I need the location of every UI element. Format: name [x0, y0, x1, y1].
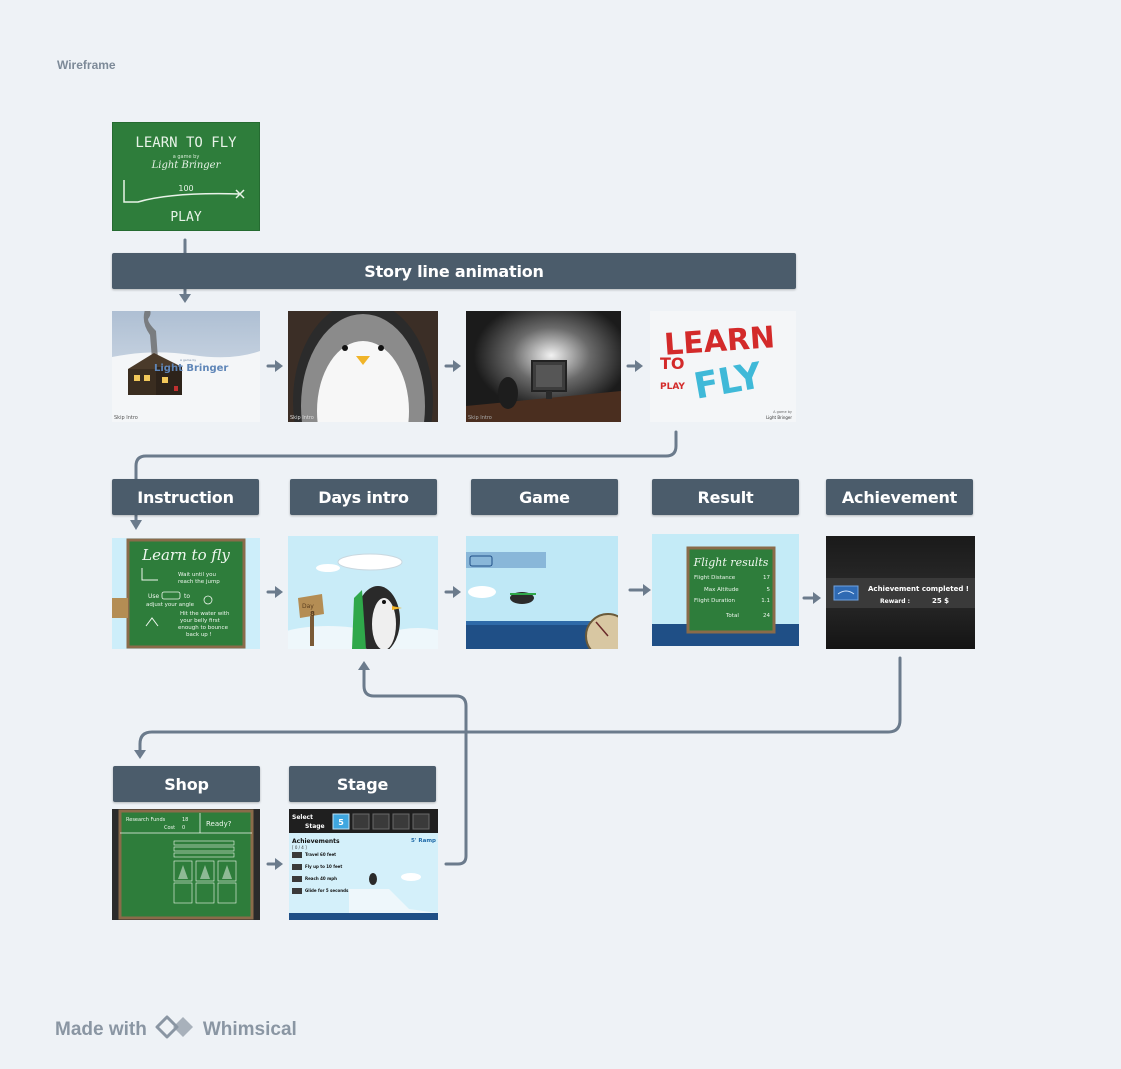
instruction-t7: your belly first — [180, 618, 221, 624]
result-r4: Total — [725, 613, 739, 619]
title-line3: Light Bringer — [151, 160, 222, 171]
shop-v2: 0 — [182, 825, 185, 831]
header-achievement[interactable]: Achievement — [826, 479, 973, 515]
result-v4: 24 — [763, 613, 770, 619]
result-r3: Flight Duration — [694, 598, 736, 604]
instruction-t1: Wait until you — [178, 572, 216, 578]
header-days-intro[interactable]: Days intro — [290, 479, 437, 515]
instruction-t6: Hit the water with — [180, 611, 230, 617]
footer-watermark[interactable]: Made with Whimsical — [55, 1014, 297, 1046]
instruction-t2: reach the jump — [178, 579, 220, 585]
header-game[interactable]: Game — [471, 479, 618, 515]
shop-v1: 18 — [182, 817, 188, 823]
stage-select2: Stage — [305, 823, 325, 830]
shop-ready: Ready? — [206, 820, 232, 828]
stage-thumbnail[interactable]: Select Stage 5 5' Ramp Achievements [ 0 … — [289, 809, 438, 920]
days-number: 8 — [310, 610, 315, 618]
instruction-t3: Use — [148, 593, 160, 600]
footer-brand: Whimsical — [202, 1019, 297, 1040]
instruction-t4: to — [184, 593, 190, 600]
title-line1: LEARN TO FLY — [135, 135, 237, 151]
instruction-thumbnail[interactable]: Learn to fly Wait until you reach the ju… — [112, 538, 260, 649]
stage-a1: Travel 60 feet — [305, 852, 336, 857]
intro-penguin-thumbnail[interactable]: Skip Intro — [288, 311, 438, 422]
result-title: Flight results — [693, 556, 769, 569]
result-v1: 17 — [763, 575, 770, 581]
stage-number: 5 — [338, 818, 344, 827]
intro-brand: Light Bringer — [154, 363, 228, 374]
achievement-title: Achievement completed ! — [868, 585, 969, 593]
shop-l2: Cost — [164, 825, 175, 831]
title-score: 100 — [178, 184, 193, 193]
footer-made-with: Made with — [55, 1019, 147, 1040]
header-stage[interactable]: Stage — [289, 766, 436, 802]
intro-brand-small: A game by — [180, 358, 196, 362]
logo-thumbnail[interactable]: LEARN TO FLY PLAY A game by Light Bringe… — [650, 311, 796, 422]
logo-credit1: A game by — [773, 410, 792, 414]
stage-achievements: Achievements — [292, 838, 340, 845]
stage-a3: Reach 40 mph — [305, 876, 337, 881]
whimsical-logo-icon — [155, 1014, 195, 1046]
instruction-title: Learn to fly — [141, 546, 230, 564]
instruction-t5: adjust your angle — [146, 602, 195, 608]
result-thumbnail[interactable]: Flight results Flight Distance 17 Max Al… — [652, 534, 799, 646]
header-result[interactable]: Result — [652, 479, 799, 515]
achievement-reward-label: Reward : — [880, 598, 910, 605]
title-screen-thumbnail[interactable]: LEARN TO FLY a game by Light Bringer 100… — [112, 122, 260, 231]
stage-select1: Select — [292, 814, 313, 821]
stage-ramp: 5' Ramp — [411, 838, 436, 844]
logo-play: PLAY — [660, 382, 685, 392]
result-r1: Flight Distance — [694, 575, 736, 581]
header-story-line-animation[interactable]: Story line animation — [112, 253, 796, 289]
intro-monitor-thumbnail[interactable]: Skip Intro — [466, 311, 621, 422]
days-label: Day — [302, 603, 314, 610]
header-shop[interactable]: Shop — [113, 766, 260, 802]
achievement-reward-value: 25 $ — [932, 597, 949, 605]
result-r2: Max Altitude — [704, 587, 739, 593]
title-play: PLAY — [170, 210, 201, 225]
stage-a4: Glide for 5 seconds — [305, 888, 349, 893]
intro-skip-2: Skip Intro — [290, 415, 314, 421]
shop-l1: Research Funds — [126, 817, 166, 823]
logo-word3: TO — [660, 354, 685, 373]
connector-achievement-to-shop — [138, 656, 902, 752]
days-intro-thumbnail[interactable]: Day 8 — [288, 536, 438, 649]
instruction-t9: back up ! — [186, 632, 212, 638]
stage-a2: Fly up to 10 feet — [305, 864, 342, 869]
logo-credit2: Light Bringer — [766, 415, 792, 420]
instruction-t8: enough to bounce — [178, 625, 229, 631]
result-v3: 1.1 — [761, 598, 770, 604]
intro-house-thumbnail[interactable]: A game by Light Bringer Skip Intro — [112, 311, 260, 422]
header-instruction[interactable]: Instruction — [112, 479, 259, 515]
result-v2: 5 — [767, 587, 771, 593]
achievement-thumbnail[interactable]: Achievement completed ! Reward : 25 $ — [826, 536, 975, 649]
shop-thumbnail[interactable]: Research Funds 18 Cost 0 Ready? — [112, 809, 260, 920]
stage-fraction: [ 0 / 4 ] — [292, 845, 307, 850]
intro-skip-1: Skip Intro — [114, 415, 138, 421]
game-thumbnail[interactable] — [466, 536, 618, 649]
intro-skip-3: Skip Intro — [468, 415, 492, 421]
